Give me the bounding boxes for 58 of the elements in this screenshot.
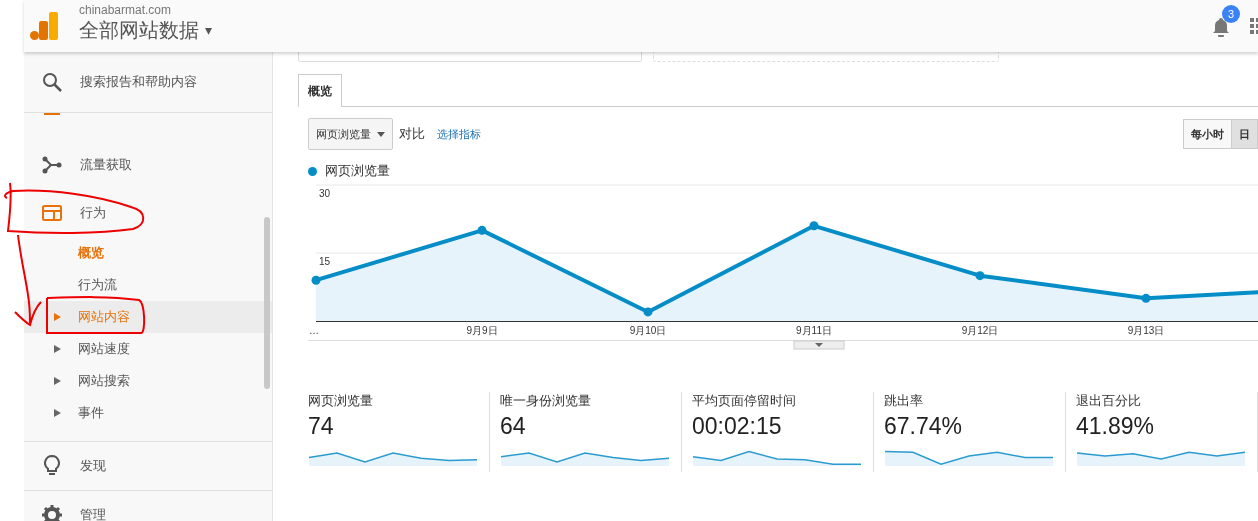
nav-subitem[interactable]: 网站搜索 bbox=[24, 365, 272, 397]
expand-handle[interactable] bbox=[793, 340, 845, 350]
nav-item[interactable]: 行为 bbox=[24, 189, 272, 237]
nav-item[interactable]: 管理 bbox=[24, 491, 272, 521]
layout-icon bbox=[42, 205, 62, 221]
data-point bbox=[311, 275, 321, 285]
choose-metric-link[interactable]: 选择指标 bbox=[437, 126, 481, 142]
lightbulb-icon bbox=[44, 455, 60, 477]
tab[interactable]: 概览 bbox=[298, 74, 342, 107]
account-name: chinabarmat.com bbox=[79, 2, 173, 17]
legend-dot bbox=[308, 166, 317, 176]
branch-icon bbox=[42, 156, 62, 174]
bell-icon[interactable] bbox=[1212, 17, 1230, 37]
x-tick-label: 9月10日 bbox=[629, 325, 667, 336]
metric-label: 唯一身份浏览量 bbox=[500, 392, 592, 410]
x-tick-label: 9月9日 bbox=[466, 325, 498, 336]
expand-arrow-icon bbox=[54, 313, 61, 321]
data-point bbox=[975, 271, 985, 281]
legend-label: 网页浏览量 bbox=[325, 162, 390, 180]
metric-label: 网页浏览量 bbox=[308, 392, 374, 410]
search-icon bbox=[42, 72, 62, 92]
nav-item[interactable]: 流量获取 bbox=[24, 141, 272, 189]
caret-icon bbox=[377, 131, 385, 137]
expand-arrow-icon bbox=[54, 345, 61, 353]
x-tick-label: … bbox=[309, 325, 319, 336]
compare-label: 对比 bbox=[399, 125, 425, 143]
gear-icon bbox=[42, 505, 62, 521]
metric-value: 67.74% bbox=[884, 413, 963, 440]
x-tick-label: 9月13日 bbox=[1127, 325, 1165, 336]
data-point bbox=[477, 225, 487, 235]
y-tick-label: 30 bbox=[319, 188, 331, 199]
metric-value: 00:02:15 bbox=[692, 413, 783, 440]
scrollbar[interactable] bbox=[264, 217, 270, 389]
granularity-toggle[interactable]: 每小时 bbox=[1183, 119, 1232, 149]
x-tick-label: 9月12日 bbox=[961, 325, 999, 336]
metric-value: 41.89% bbox=[1076, 413, 1155, 440]
search-reports-field[interactable]: 搜索报告和帮助内容 bbox=[24, 52, 272, 113]
granularity-toggle[interactable]: 日 bbox=[1231, 119, 1258, 149]
expand-arrow-icon bbox=[54, 377, 61, 385]
data-point bbox=[643, 307, 653, 317]
data-point bbox=[1141, 293, 1151, 303]
metric-label: 平均页面停留时间 bbox=[692, 392, 797, 410]
expand-arrow-icon bbox=[54, 409, 61, 417]
x-tick-label: 9月11日 bbox=[796, 325, 832, 336]
nav-subitem[interactable]: 事件 bbox=[24, 397, 272, 429]
nav-subitem[interactable]: 行为流 bbox=[24, 269, 272, 301]
metric-label: 跳出率 bbox=[884, 392, 924, 410]
metric-value: 64 bbox=[500, 413, 527, 440]
metric-label: 退出百分比 bbox=[1076, 392, 1142, 410]
metric-dropdown[interactable]: 网页浏览量 bbox=[308, 118, 393, 150]
property-selector[interactable]: 全部网站数据 ▾ bbox=[79, 16, 213, 44]
notification-count: 3 bbox=[1222, 5, 1240, 23]
data-point bbox=[809, 221, 819, 231]
nav-item[interactable]: 发现 bbox=[24, 442, 272, 491]
y-tick-label: 15 bbox=[319, 256, 331, 267]
nav-subitem[interactable]: 网站速度 bbox=[24, 333, 272, 365]
logo-icon bbox=[30, 12, 58, 40]
metric-value: 74 bbox=[308, 413, 335, 440]
